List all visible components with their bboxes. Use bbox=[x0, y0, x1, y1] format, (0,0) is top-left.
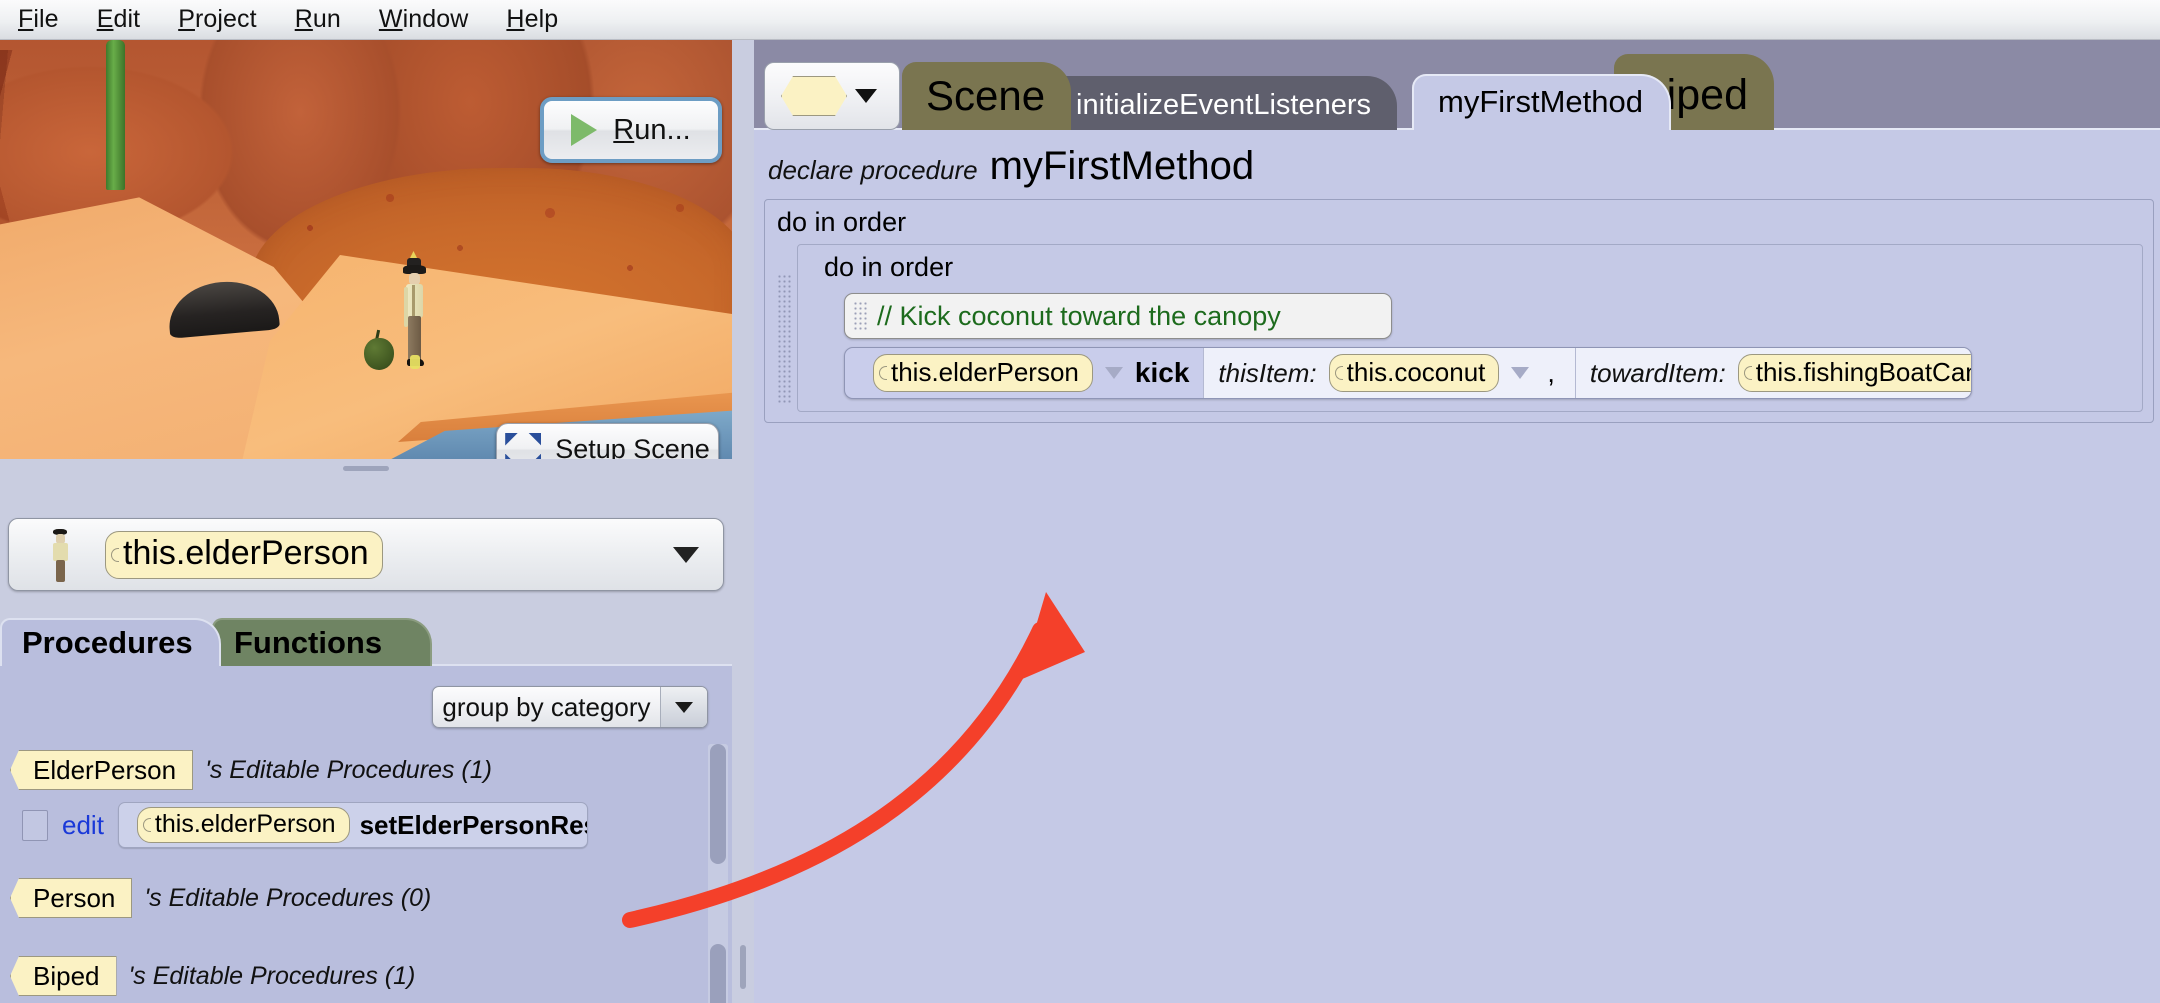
elder-person-avatar bbox=[41, 527, 81, 583]
chevron-down-icon bbox=[675, 701, 693, 713]
object-selector-value: this.elderPerson bbox=[105, 530, 383, 579]
class-chip-biped: Biped bbox=[10, 956, 117, 996]
param1-label: thisItem: bbox=[1218, 357, 1317, 388]
play-triangle-icon bbox=[571, 114, 598, 146]
vertical-splitter[interactable] bbox=[732, 40, 754, 1003]
drag-dots bbox=[853, 301, 867, 331]
statement-target: this.elderPerson bbox=[136, 807, 350, 843]
tab-initialize-event-listeners[interactable]: initializeEventListeners bbox=[1052, 76, 1397, 130]
tab-my-first-method[interactable]: myFirstMethod bbox=[1412, 74, 1671, 130]
statement-target-segment[interactable]: this.elderPerson kick bbox=[859, 348, 1204, 398]
splitter-grip bbox=[740, 945, 746, 989]
class-chip-person: Person bbox=[10, 878, 133, 918]
group-header-elderperson: ElderPerson 's Editable Procedures (1) bbox=[0, 742, 732, 798]
list-item[interactable]: edit this.elderPerson setElderPersonReso… bbox=[0, 802, 732, 848]
yellow-hexagon-icon bbox=[781, 76, 847, 116]
group-by-value: group by category bbox=[442, 691, 651, 722]
statement-method: setElderPersonResource bbox=[359, 809, 587, 840]
scrollbar-thumb-lower[interactable] bbox=[710, 944, 726, 1003]
run-button[interactable]: Run... bbox=[540, 97, 722, 163]
procedures-panel: group by category ElderPerson 's Editabl… bbox=[0, 664, 732, 1003]
class-chip-elderperson: ElderPerson bbox=[10, 750, 194, 790]
class-selector-chip[interactable] bbox=[764, 62, 900, 130]
editor-tabbar: Scene initializeEventListeners myFirstMe… bbox=[754, 40, 2160, 130]
kick-statement[interactable]: this.elderPerson kick thisItem: this.coc… bbox=[844, 347, 1972, 399]
outer-do-in-order-block[interactable]: do in order do in order // Kick coconut … bbox=[764, 199, 2154, 423]
horizontal-splitter[interactable] bbox=[0, 459, 732, 477]
cactus bbox=[106, 40, 125, 190]
scene-viewport[interactable]: Run... Setup Scene bbox=[0, 40, 732, 459]
group-header-biped: Biped 's Editable Procedures (1) bbox=[0, 948, 732, 1003]
declare-procedure-line: declare procedure myFirstMethod bbox=[754, 130, 2160, 199]
chevron-down-icon[interactable] bbox=[673, 546, 699, 563]
edit-link[interactable]: edit bbox=[62, 810, 104, 841]
param1-value[interactable]: this.coconut bbox=[1328, 354, 1500, 392]
procedures-functions-tabbar: Procedures Functions bbox=[0, 618, 732, 666]
chevron-down-icon[interactable] bbox=[1104, 367, 1123, 379]
group-by-select[interactable]: group by category bbox=[432, 686, 708, 728]
tab-functions[interactable]: Functions bbox=[212, 618, 433, 666]
param2-label: towardItem: bbox=[1589, 357, 1726, 388]
run-button-label: Run... bbox=[613, 113, 691, 146]
menu-bar: FFileile Edit Project Run Window Help bbox=[0, 0, 2160, 40]
alice-ide-window: FFileile Edit Project Run Window Help bbox=[0, 0, 2160, 1003]
menu-item-edit[interactable]: Edit bbox=[93, 3, 145, 36]
inner-block-title: do in order bbox=[824, 252, 954, 282]
procedure-statement[interactable]: this.elderPerson setElderPersonResource … bbox=[117, 802, 588, 848]
chevron-down-icon[interactable] bbox=[855, 89, 877, 103]
inner-block-wrapper: do in order // Kick coconut toward the c… bbox=[771, 244, 2147, 412]
group-caption: 's Editable Procedures (1) bbox=[205, 755, 492, 784]
param1-segment[interactable]: thisItem: this.coconut , bbox=[1203, 348, 1575, 398]
editor-panel: Scene initializeEventListeners myFirstMe… bbox=[754, 40, 2160, 1003]
declare-method-name: myFirstMethod bbox=[989, 144, 1255, 188]
outer-block-title: do in order bbox=[777, 207, 907, 237]
comment-statement[interactable]: // Kick coconut toward the canopy bbox=[844, 293, 1392, 339]
menu-item-help[interactable]: Help bbox=[502, 3, 562, 36]
group-by-dropdown-button[interactable] bbox=[661, 687, 707, 727]
setup-scene-button[interactable]: Setup Scene bbox=[496, 423, 719, 459]
suspender bbox=[412, 285, 415, 317]
group-header-person: Person 's Editable Procedures (0) bbox=[0, 870, 732, 926]
param2-segment[interactable]: towardItem: this.fishingBoatCanopy bbox=[1574, 348, 1971, 398]
object-selector-dropdown[interactable]: this.elderPerson bbox=[8, 518, 724, 591]
chevron-down-icon[interactable] bbox=[1511, 367, 1530, 379]
declare-keyword: declare procedure bbox=[768, 155, 978, 185]
comment-text: // Kick coconut toward the canopy bbox=[877, 300, 1281, 331]
menu-item-file[interactable]: FFileile bbox=[14, 3, 63, 36]
scrollbar-thumb[interactable] bbox=[710, 744, 726, 864]
inner-do-in-order-block[interactable]: do in order // Kick coconut toward the c… bbox=[777, 244, 2143, 412]
splitter-grip bbox=[343, 465, 389, 471]
statement-target: this.elderPerson bbox=[873, 354, 1093, 392]
param2-value[interactable]: this.fishingBoatCanopy bbox=[1737, 354, 1971, 392]
small-yellow-item bbox=[410, 355, 420, 369]
tab-procedures[interactable]: Procedures bbox=[0, 618, 221, 666]
four-arrows-icon bbox=[505, 432, 542, 459]
group-caption: 's Editable Procedures (1) bbox=[128, 961, 416, 990]
procedure-list-scrollbar[interactable] bbox=[708, 744, 728, 1003]
menu-item-project[interactable]: Project bbox=[174, 3, 261, 36]
comma: , bbox=[1547, 357, 1555, 388]
drag-dots bbox=[777, 274, 792, 404]
coconut-model[interactable] bbox=[364, 338, 394, 370]
left-panel: Run... Setup Scene this.elderPerson Proc… bbox=[0, 40, 732, 1003]
setup-scene-label: Setup Scene bbox=[555, 434, 710, 459]
statement-method: kick bbox=[1134, 357, 1190, 388]
procedure-list[interactable]: ElderPerson 's Editable Procedures (1) e… bbox=[0, 742, 732, 1003]
menu-item-run[interactable]: Run bbox=[291, 3, 345, 36]
group-caption: 's Editable Procedures (0) bbox=[144, 883, 432, 912]
tab-scene[interactable]: Scene bbox=[902, 62, 1072, 130]
menu-item-window[interactable]: Window bbox=[375, 3, 473, 36]
page-icon bbox=[22, 809, 48, 841]
code-editor-body[interactable]: declare procedure myFirstMethod do in or… bbox=[754, 128, 2160, 1003]
